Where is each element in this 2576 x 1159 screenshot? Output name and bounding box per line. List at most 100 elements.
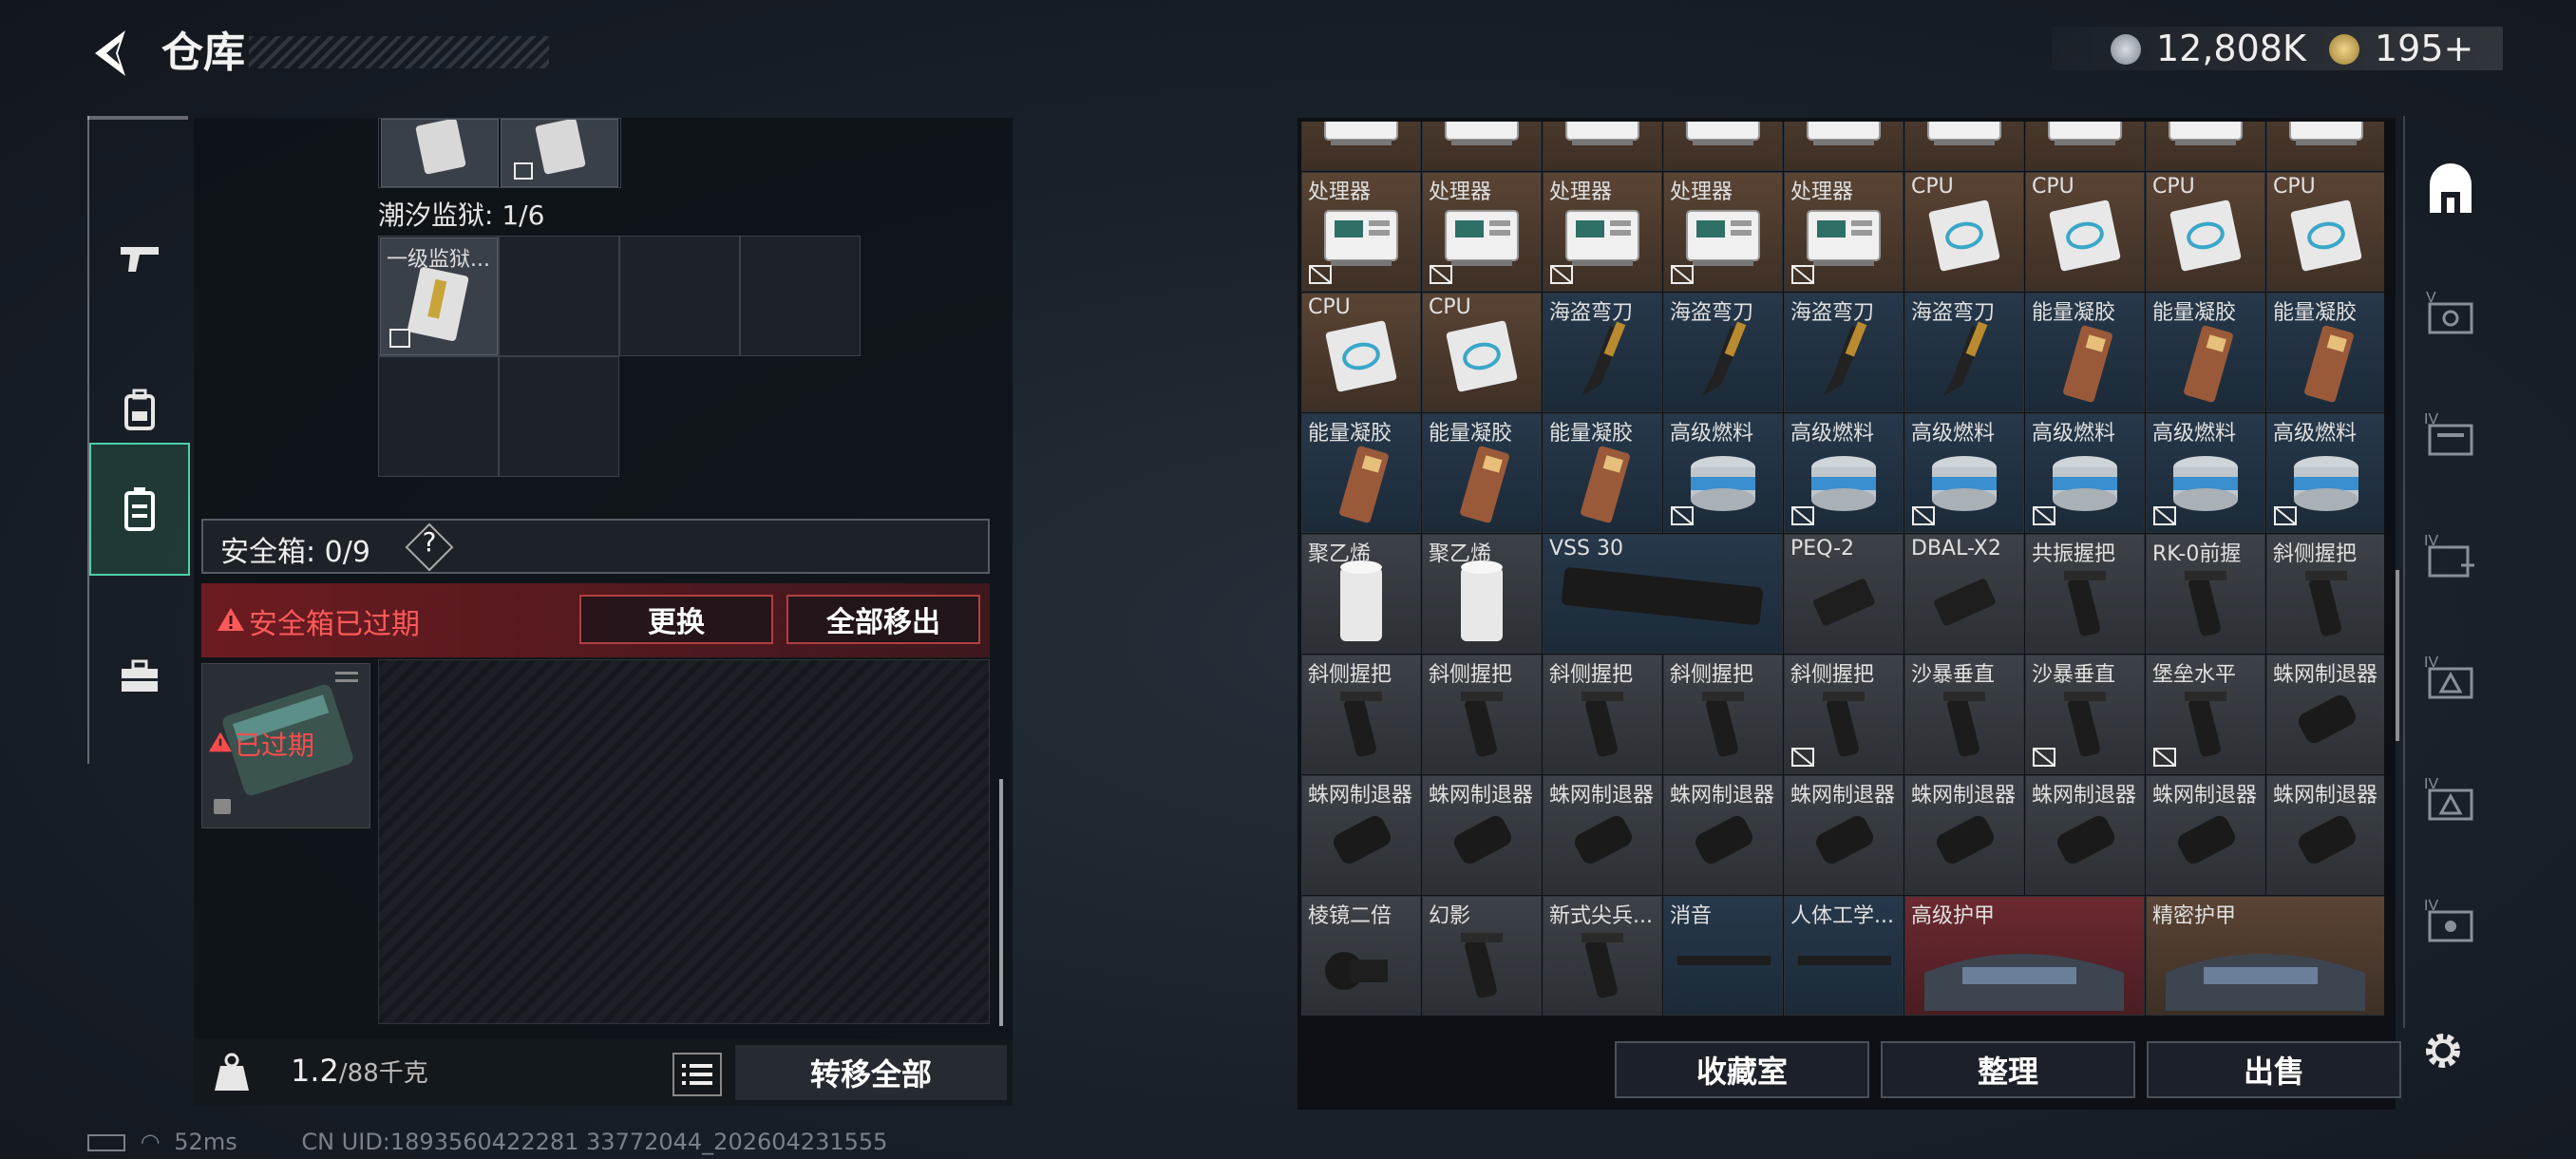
- inventory-item-name: 蛛网制退器: [1911, 784, 2017, 808]
- replace-button[interactable]: 更换: [579, 595, 773, 644]
- inventory-item[interactable]: 能量凝胶: [1301, 413, 1421, 533]
- inventory-item[interactable]: 高级燃料: [2146, 413, 2265, 533]
- inventory-item[interactable]: 海盗弯刀: [1663, 293, 1783, 412]
- inventory-item[interactable]: 人体工学...: [1784, 896, 1904, 1016]
- inventory-item[interactable]: 能量凝胶: [1422, 413, 1542, 533]
- nav-gun[interactable]: [89, 192, 190, 325]
- inventory-item[interactable]: DBAL-X2: [1904, 534, 2024, 654]
- transfer-all-button[interactable]: 转移全部: [735, 1045, 1007, 1100]
- inventory-item[interactable]: 斜侧握把: [2266, 534, 2384, 654]
- nav-vault-iv-tools[interactable]: IV: [2405, 859, 2496, 980]
- inventory-item[interactable]: 蛛网制退器: [2266, 775, 2384, 895]
- inventory-item[interactable]: 蛛网制退器: [2266, 655, 2384, 774]
- inventory-item[interactable]: 新式尖兵...: [1543, 896, 1662, 1016]
- inventory-item[interactable]: 高级燃料: [1663, 413, 1783, 533]
- inventory-item[interactable]: 处理器: [1301, 172, 1421, 292]
- left-scrollbar[interactable]: [999, 779, 1003, 1026]
- inventory-item-name: 能量凝胶: [1549, 422, 1634, 446]
- organize-button[interactable]: 整理: [1881, 1041, 2135, 1098]
- inventory-item[interactable]: 能量凝胶: [2266, 293, 2384, 412]
- inventory-item[interactable]: VSS 30: [1543, 534, 1783, 654]
- inventory-item[interactable]: CPU: [1301, 293, 1421, 412]
- inventory-item[interactable]: CPU: [1422, 293, 1542, 412]
- inventory-item[interactable]: CPU: [2025, 172, 2145, 292]
- inventory-item[interactable]: 消音: [1663, 896, 1783, 1016]
- inventory-item[interactable]: PEQ-2: [1784, 534, 1904, 654]
- nav-vault-iv-warning-2[interactable]: IV: [2405, 737, 2496, 859]
- inventory-item-name: 海盗弯刀: [1549, 301, 1634, 325]
- inventory-item[interactable]: 棱镜二倍: [1301, 896, 1421, 1016]
- inventory-item[interactable]: 高级燃料: [1904, 413, 2024, 533]
- remove-all-button[interactable]: 全部移出: [786, 595, 980, 644]
- inventory-item[interactable]: 高级燃料: [2266, 413, 2384, 533]
- inventory-item[interactable]: 海盗弯刀: [1904, 293, 2024, 412]
- inventory-item[interactable]: [2146, 122, 2265, 171]
- inventory-item[interactable]: 共振握把: [2025, 534, 2145, 654]
- list-view-button[interactable]: [672, 1053, 722, 1096]
- inventory-item[interactable]: CPU: [2266, 172, 2384, 292]
- inventory-item[interactable]: 堡垒水平: [2146, 655, 2265, 774]
- inventory-item[interactable]: 海盗弯刀: [1784, 293, 1904, 412]
- inventory-item[interactable]: 蛛网制退器: [2146, 775, 2265, 895]
- safe-case-grid[interactable]: [378, 659, 990, 1024]
- back-button[interactable]: [85, 25, 142, 82]
- inventory-item[interactable]: [2025, 122, 2145, 171]
- nav-vault-iv[interactable]: IV: [2405, 372, 2496, 494]
- inventory-item[interactable]: 沙暴垂直: [1904, 655, 2024, 774]
- inventory-item[interactable]: [501, 118, 618, 187]
- inventory-item[interactable]: 高级燃料: [1784, 413, 1904, 533]
- inventory-item[interactable]: [1663, 122, 1783, 171]
- inventory-item[interactable]: 海盗弯刀: [1543, 293, 1662, 412]
- sell-button[interactable]: 出售: [2147, 1041, 2401, 1098]
- nav-vault-iv-warning[interactable]: IV: [2405, 616, 2496, 737]
- inventory-item[interactable]: 处理器: [1784, 172, 1904, 292]
- nav-toolbox[interactable]: [89, 610, 190, 743]
- inventory-item[interactable]: 蛛网制退器: [1301, 775, 1421, 895]
- inventory-item[interactable]: 能量凝胶: [1543, 413, 1662, 533]
- inventory-item[interactable]: 蛛网制退器: [1904, 775, 2024, 895]
- right-scrollbar[interactable]: [2396, 570, 2399, 741]
- weight-icon: [215, 1053, 249, 1091]
- prison-item[interactable]: 一级监狱...: [380, 238, 498, 355]
- inventory-item[interactable]: 蛛网制退器: [1422, 775, 1542, 895]
- inventory-item[interactable]: 高级护甲: [1904, 896, 2145, 1016]
- inventory-item[interactable]: 蛛网制退器: [1543, 775, 1662, 895]
- inventory-item[interactable]: 蛛网制退器: [1784, 775, 1904, 895]
- inventory-item[interactable]: 高级燃料: [2025, 413, 2145, 533]
- inventory-item[interactable]: 斜侧握把: [1663, 655, 1783, 774]
- settings-button[interactable]: [2418, 1026, 2468, 1075]
- collection-room-button[interactable]: 收藏室: [1615, 1041, 1869, 1098]
- nav-vault-iv-plus[interactable]: IV: [2405, 494, 2496, 616]
- inventory-item[interactable]: [1422, 122, 1542, 171]
- inventory-item[interactable]: 斜侧握把: [1301, 655, 1421, 774]
- nav-storage-room[interactable]: [2405, 129, 2496, 251]
- inventory-item[interactable]: [1543, 122, 1662, 171]
- inventory-item[interactable]: [1301, 122, 1421, 171]
- inventory-item[interactable]: 聚乙烯: [1422, 534, 1542, 654]
- inventory-item[interactable]: CPU: [2146, 172, 2265, 292]
- inventory-item[interactable]: 斜侧握把: [1784, 655, 1904, 774]
- inventory-item[interactable]: 斜侧握把: [1422, 655, 1542, 774]
- nav-vault-v[interactable]: V: [2405, 251, 2496, 372]
- inventory-item[interactable]: 斜侧握把: [1543, 655, 1662, 774]
- inventory-item[interactable]: CPU: [1904, 172, 2024, 292]
- inventory-item[interactable]: 处理器: [1422, 172, 1542, 292]
- gold-coin-amount[interactable]: 195+: [2375, 28, 2473, 68]
- inventory-item[interactable]: RK-0前握: [2146, 534, 2265, 654]
- inventory-item[interactable]: 蛛网制退器: [2025, 775, 2145, 895]
- safe-case-slot[interactable]: 已过期: [201, 663, 370, 828]
- inventory-item[interactable]: 处理器: [1663, 172, 1783, 292]
- inventory-item[interactable]: 精密护甲: [2146, 896, 2384, 1016]
- inventory-item[interactable]: [381, 118, 499, 187]
- inventory-item[interactable]: 聚乙烯: [1301, 534, 1421, 654]
- inventory-item[interactable]: 处理器: [1543, 172, 1662, 292]
- inventory-item[interactable]: [1904, 122, 2024, 171]
- inventory-item[interactable]: 沙暴垂直: [2025, 655, 2145, 774]
- inventory-item[interactable]: 幻影: [1422, 896, 1542, 1016]
- inventory-item[interactable]: 能量凝胶: [2025, 293, 2145, 412]
- inventory-item[interactable]: 蛛网制退器: [1663, 775, 1783, 895]
- inventory-item[interactable]: [2266, 122, 2384, 171]
- inventory-item[interactable]: 能量凝胶: [2146, 293, 2265, 412]
- nav-safe-case[interactable]: [89, 443, 190, 576]
- inventory-item[interactable]: [1784, 122, 1904, 171]
